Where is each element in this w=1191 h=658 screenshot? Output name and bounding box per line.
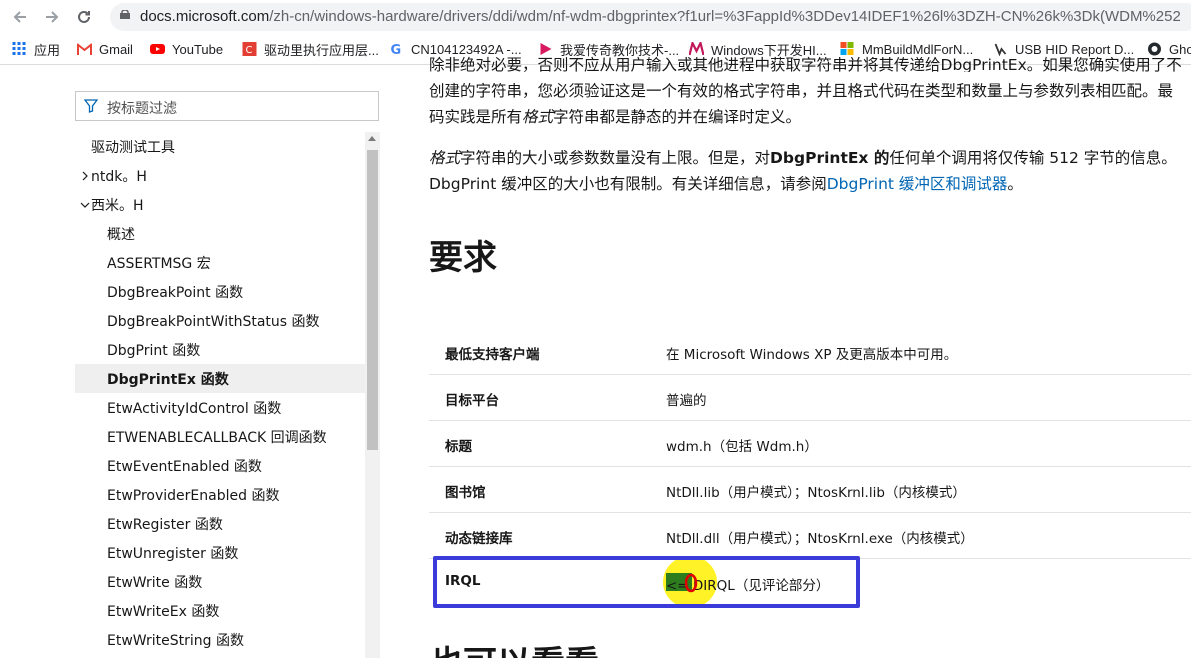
- url-text: docs.microsoft.com/zh-cn/windows-hardwar…: [140, 8, 1181, 25]
- toc-label: DbgBreakPointWithStatus 函数: [107, 313, 320, 330]
- filter-placeholder: 按标题过滤: [107, 101, 177, 117]
- toc-label: EtwUnregister 函数: [107, 545, 239, 562]
- youtube-icon: [150, 44, 165, 54]
- forward-button[interactable]: [41, 6, 63, 28]
- toc-item-etwwritestring[interactable]: EtwWriteString 函数: [75, 625, 365, 654]
- bookmark-label: YouTube: [172, 41, 224, 57]
- paragraph-line-3: 码实践是所有格式字符串都是静态的并在编译时定义。: [429, 108, 802, 126]
- toc-item-wdm[interactable]: 西米。H: [75, 190, 365, 219]
- toc-label: EtwWriteEx 函数: [107, 603, 220, 620]
- toc-item-etwproviderenabled[interactable]: EtwProviderEnabled 函数: [75, 480, 365, 509]
- svg-text:G: G: [391, 43, 402, 56]
- bookmark-label: Gmail: [99, 41, 133, 57]
- toc-item-etwwrite[interactable]: EtwWrite 函数: [75, 567, 365, 596]
- toc-item-overview[interactable]: 概述: [75, 219, 365, 248]
- url-field[interactable]: docs.microsoft.com/zh-cn/windows-hardwar…: [110, 3, 1191, 31]
- requirement-value: NtDll.dll（用户模式）；NtosKrnl.exe（内核模式）: [666, 531, 974, 547]
- paragraph-line-1: 除非绝对必要，否则不应从用户输入或其他进程中获取字符串并将其传递给DbgPrin…: [429, 56, 1182, 72]
- bookmark-label: 驱动里执行应用层...: [264, 42, 379, 58]
- requirement-key: 标题: [445, 439, 472, 455]
- toc-item-etwwriteex[interactable]: EtwWriteEx 函数: [75, 596, 365, 625]
- toc-label: EtwActivityIdControl 函数: [107, 400, 282, 417]
- lock-icon: [120, 10, 130, 19]
- toc-item-etwenablecallback[interactable]: ETWENABLECALLBACK 回调函数: [75, 422, 365, 451]
- forward-arrow-icon: [46, 11, 59, 23]
- bookmark-gmail[interactable]: Gmail: [77, 40, 133, 58]
- requirement-value: wdm.h（包括 Wdm.h）: [666, 439, 818, 455]
- toc-label: ntdk。H: [91, 168, 147, 185]
- toc-label: EtwWriteString 函数: [107, 632, 244, 649]
- bookmark-youtube[interactable]: YouTube: [150, 40, 223, 58]
- requirement-key: 图书馆: [445, 485, 486, 501]
- heading-requirements: 要求: [429, 238, 497, 278]
- table-of-contents: 驱动测试工具 ntdk。H 西米。H 概述 ASSERTMSG 宏 DbgBre…: [75, 132, 365, 658]
- toc-label: ASSERTMSG 宏: [107, 255, 211, 272]
- toc-item-etwunregister[interactable]: EtwUnregister 函数: [75, 538, 365, 567]
- gmail-icon: [77, 43, 92, 55]
- table-row: 目标平台 普遍的: [429, 374, 1191, 421]
- toc-label: ETWENABLECALLBACK 回调函数: [107, 429, 327, 446]
- requirement-value: 普遍的: [666, 393, 707, 409]
- toc-label: DbgPrintEx 函数: [107, 371, 229, 388]
- toc-item-dbgbreakpointwithstatus[interactable]: DbgBreakPointWithStatus 函数: [75, 306, 365, 335]
- toc-label: EtwProviderEnabled 函数: [107, 487, 280, 504]
- bookmark-label: 应用: [34, 42, 61, 58]
- toc-label: EtwWrite 函数: [107, 574, 203, 591]
- table-row: 最低支持客户端 在 Microsoft Windows XP 及更高版本中可用。: [429, 328, 1191, 375]
- scrollbar-thumb[interactable]: [367, 150, 378, 450]
- heading-see-also: 也可以看看: [429, 636, 599, 658]
- toc-item-dbgprint[interactable]: DbgPrint 函数: [75, 335, 365, 364]
- bookmark-csdn[interactable]: C 驱动里执行应用层...: [242, 40, 379, 58]
- paragraph-line-2: 创建的字符串，您必须验证这是一个有效的格式字符串，并且格式代码在类型和数量上与参…: [429, 82, 1174, 100]
- toc-filter-input[interactable]: 按标题过滤: [75, 91, 379, 121]
- scroll-up-arrow-icon[interactable]: [368, 136, 376, 141]
- toc-label: 驱动测试工具: [91, 139, 175, 156]
- apps-grid-icon: [12, 42, 26, 55]
- requirement-value: 在 Microsoft Windows XP 及更高版本中可用。: [666, 347, 958, 363]
- bookmark-apps[interactable]: 应用: [12, 40, 60, 58]
- toc-label: DbgPrint 函数: [107, 342, 201, 359]
- toc-label: 西米。H: [91, 197, 144, 214]
- table-row: 图书馆 NtDll.lib（用户模式）；NtosKrnl.lib（内核模式）: [429, 466, 1191, 513]
- reload-icon: [78, 10, 90, 23]
- toc-item-etwactivityidcontrol[interactable]: EtwActivityIdControl 函数: [75, 393, 365, 422]
- toc-item-dbgbreakpoint[interactable]: DbgBreakPoint 函数: [75, 277, 365, 306]
- red-cursor-ring-icon: [684, 573, 698, 593]
- toc-item-etwregister[interactable]: EtwRegister 函数: [75, 509, 365, 538]
- chevron-right-icon: [82, 171, 88, 180]
- table-row: 标题 wdm.h（包括 Wdm.h）: [429, 420, 1191, 467]
- toc-item-dbgprintex[interactable]: DbgPrintEx 函数: [75, 364, 365, 393]
- paragraph-format-limit: 格式字符串的大小或参数数量没有上限。但是，对DbgPrintEx 的任何单个调用…: [429, 149, 1177, 167]
- filter-icon: [84, 99, 98, 113]
- back-button[interactable]: [9, 6, 31, 28]
- requirement-key: 动态链接库: [445, 531, 513, 547]
- toc-label: EtwEventEnabled 函数: [107, 458, 262, 475]
- toc-label: EtwRegister 函数: [107, 516, 223, 533]
- toc-scrollbar[interactable]: [365, 132, 380, 658]
- requirement-key: 目标平台: [445, 393, 499, 409]
- requirement-key: 最低支持客户端: [445, 347, 540, 363]
- toc-label: DbgBreakPoint 函数: [107, 284, 244, 301]
- table-row: 动态链接库 NtDll.dll（用户模式）；NtosKrnl.exe（内核模式）: [429, 512, 1191, 559]
- svg-text:C: C: [246, 45, 253, 56]
- toc-item-assertmsg[interactable]: ASSERTMSG 宏: [75, 248, 365, 277]
- chevron-down-icon: [80, 202, 90, 208]
- address-bar: docs.microsoft.com/zh-cn/windows-hardwar…: [0, 0, 1191, 34]
- csdn-icon: C: [242, 42, 257, 56]
- toc-item-etweventenabled[interactable]: EtwEventEnabled 函数: [75, 451, 365, 480]
- toc-item-driver-test-tools[interactable]: 驱动测试工具: [75, 132, 365, 161]
- paragraph-buffer-limit: DbgPrint 缓冲区的大小也有限制。有关详细信息，请参阅DbgPrint 缓…: [429, 175, 1023, 193]
- dbgprint-buffer-link[interactable]: DbgPrint 缓冲区和调试器: [827, 175, 1008, 193]
- toc-label: 概述: [107, 226, 135, 243]
- requirement-value: NtDll.lib（用户模式）；NtosKrnl.lib（内核模式）: [666, 485, 966, 501]
- back-arrow-icon: [13, 11, 26, 23]
- google-icon: G: [391, 43, 402, 56]
- toc-item-ntdk[interactable]: ntdk。H: [75, 161, 365, 190]
- reload-button[interactable]: [73, 6, 95, 28]
